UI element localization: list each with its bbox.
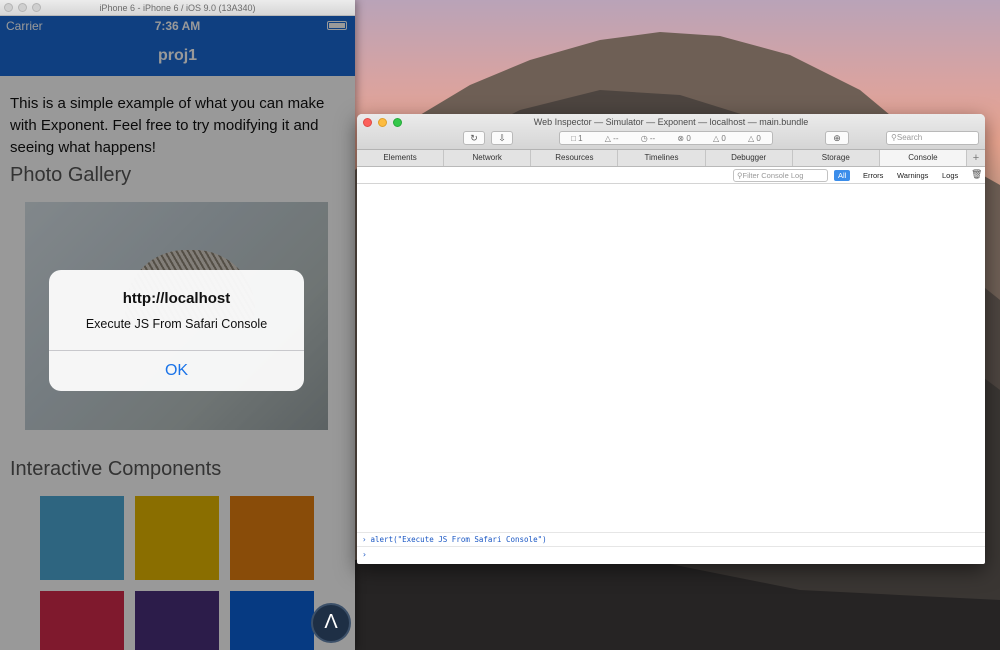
search-placeholder: Search <box>896 133 923 142</box>
resource-count-icon: □ 1 <box>571 133 583 143</box>
download-button[interactable]: ⇩ <box>491 131 513 145</box>
filter-console-input[interactable]: ⚲Filter Console Log <box>733 169 828 182</box>
inspector-tab-bar: Elements Network Resources Timelines Deb… <box>357 150 985 167</box>
log-count-icon: △ 0 <box>748 133 761 143</box>
activity-viewer: □ 1 △ -- ◷ -- ⊗ 0 △ 0 △ 0 <box>559 131 773 145</box>
tab-network[interactable]: Network <box>444 150 532 166</box>
alert-ok-button[interactable]: OK <box>49 351 304 391</box>
load-time-icon: ◷ -- <box>640 133 656 143</box>
tab-console[interactable]: Console <box>879 150 967 166</box>
console-filter-bar: ⚲Filter Console Log All Errors Warnings … <box>357 167 985 184</box>
console-prompt-input[interactable]: › <box>357 546 985 564</box>
exponent-menu-button[interactable]: Λ <box>311 603 351 643</box>
search-input[interactable]: ⚲Search <box>886 131 979 145</box>
simulator-window: iPhone 6 - iPhone 6 / iOS 9.0 (13A340) C… <box>0 0 355 650</box>
simulator-titlebar: iPhone 6 - iPhone 6 / iOS 9.0 (13A340) <box>0 0 355 16</box>
prompt-chevron-icon: › <box>362 550 367 559</box>
close-button[interactable] <box>4 3 13 12</box>
zoom-button[interactable] <box>32 3 41 12</box>
resource-size: -- <box>613 133 619 143</box>
tab-timelines[interactable]: Timelines <box>618 150 706 166</box>
inspector-toolbar: Web Inspector — Simulator — Exponent — l… <box>357 114 985 150</box>
load-time: -- <box>649 133 656 143</box>
error-count: 0 <box>686 133 691 143</box>
inspector-title: Web Inspector — Simulator — Exponent — l… <box>533 117 809 127</box>
alert-title: http://localhost <box>122 290 231 307</box>
warning-count-icon: △ 0 <box>712 133 726 143</box>
simulator-title: iPhone 6 - iPhone 6 / iOS 9.0 (13A340) <box>99 3 256 13</box>
warning-count: 0 <box>721 133 726 143</box>
log-count: 0 <box>756 133 761 143</box>
reload-button[interactable]: ↻ <box>463 131 485 145</box>
console-output <box>357 185 985 532</box>
error-count-icon: ⊗ 0 <box>677 133 691 143</box>
filter-placeholder: Filter Console Log <box>742 171 804 180</box>
chevron-right-icon: › <box>362 535 367 544</box>
tab-debugger[interactable]: Debugger <box>706 150 793 166</box>
resource-count: 1 <box>578 133 583 143</box>
console-entry: › alert("Execute JS From Safari Console") <box>357 532 985 546</box>
minimize-button[interactable] <box>18 3 27 12</box>
alert-dialog: http://localhost Execute JS From Safari … <box>49 270 304 391</box>
scope-logs[interactable]: Logs <box>938 170 962 181</box>
alert-message: Execute JS From Safari Console <box>85 317 268 331</box>
scope-errors[interactable]: Errors <box>859 170 887 181</box>
tab-elements[interactable]: Elements <box>357 150 445 166</box>
resource-size-icon: △ -- <box>604 133 619 143</box>
inspect-element-button[interactable]: ⊕ <box>825 131 849 145</box>
tab-storage[interactable]: Storage <box>793 150 880 166</box>
scope-warnings[interactable]: Warnings <box>893 170 932 181</box>
tab-resources[interactable]: Resources <box>531 150 619 166</box>
console-command: alert("Execute JS From Safari Console") <box>370 535 547 544</box>
clear-console-icon[interactable]: 🗑 <box>971 169 982 180</box>
web-inspector-window: Web Inspector — Simulator — Exponent — l… <box>357 114 985 564</box>
add-tab-icon[interactable]: + <box>967 150 985 166</box>
window-controls <box>4 3 41 12</box>
scope-all[interactable]: All <box>834 170 851 181</box>
